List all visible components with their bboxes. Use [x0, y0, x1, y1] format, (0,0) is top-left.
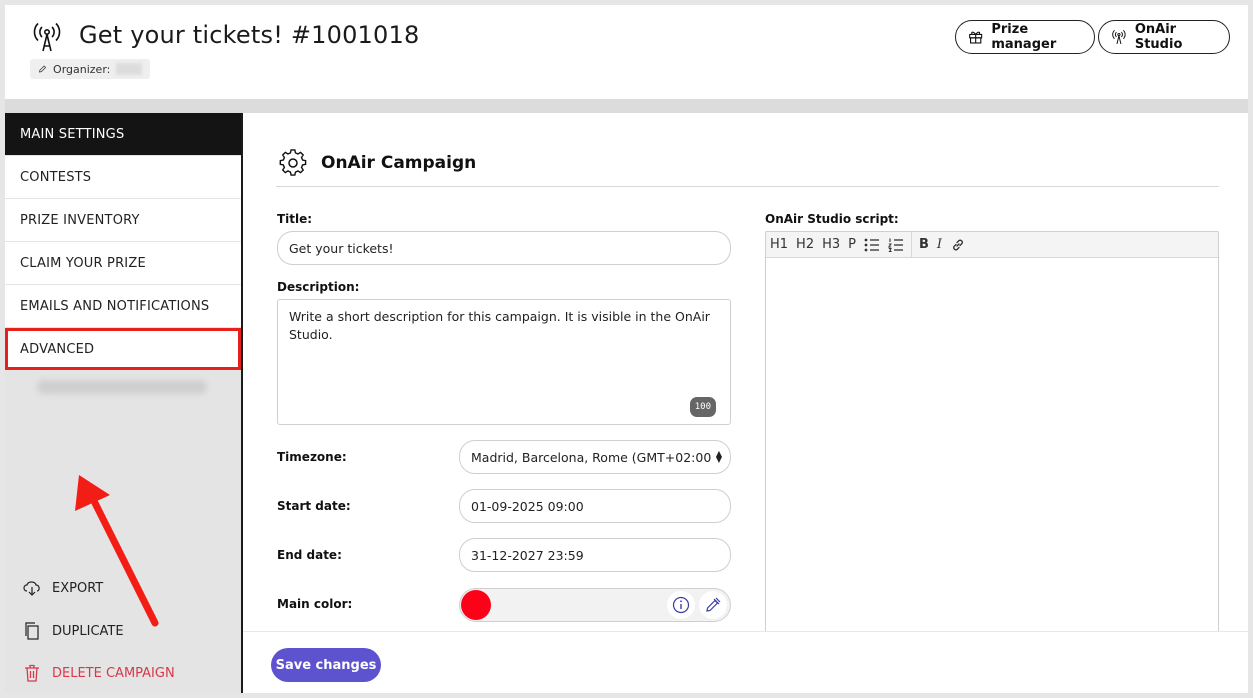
editor-toolbar: H1 H2 H3 P B I [766, 231, 1218, 258]
numbered-list-icon [887, 238, 903, 252]
heading1-button[interactable]: H1 [766, 232, 792, 258]
sidebar-item-label: ADVANCED [20, 341, 95, 357]
sidebar-item-label: EMAILS AND NOTIFICATIONS [20, 298, 210, 314]
onair-studio-label: OnAir Studio [1134, 22, 1183, 52]
export-label: EXPORT [52, 580, 104, 596]
italic-button[interactable]: I [933, 232, 946, 258]
sidebar-item-label: MAIN SETTINGS [20, 126, 125, 142]
sidebar-item-label: CONTESTS [20, 169, 92, 185]
end-date-label: End date: [277, 548, 342, 562]
heading2-button[interactable]: H2 [792, 232, 818, 258]
main-panel: OnAir Campaign Title: Get your tickets! … [241, 113, 1248, 693]
description-text: Write a short description for this campa… [289, 309, 710, 342]
end-date-input[interactable]: 31-12-2027 23:59 [459, 538, 731, 572]
export-button[interactable]: EXPORT [22, 579, 103, 597]
section-divider [276, 186, 1219, 187]
color-swatch[interactable] [461, 590, 491, 620]
cloud-download-icon [23, 581, 40, 596]
start-date-label: Start date: [277, 499, 351, 513]
delete-campaign-label: DELETE CAMPAIGN [52, 665, 175, 681]
main-color-field[interactable] [459, 588, 731, 622]
bullet-list-icon [864, 238, 879, 251]
title-label: Title: [277, 212, 313, 226]
app-window: Get your tickets! #1001018 Organizer: Pr… [5, 5, 1248, 693]
redacted-sidebar-item [37, 380, 207, 394]
pencil-icon [39, 65, 47, 73]
copy-icon [25, 622, 39, 640]
title-input[interactable]: Get your tickets! [277, 231, 731, 265]
timezone-select[interactable]: Madrid, Barcelona, Rome (GMT+02:00 ▲ ▼ [459, 440, 731, 474]
organizer-badge[interactable]: Organizer: [30, 59, 150, 79]
broadcast-icon [1112, 29, 1126, 45]
info-button[interactable] [667, 591, 695, 619]
trash-icon [25, 664, 39, 682]
broadcast-icon [33, 22, 61, 52]
prize-manager-label: Prize manager [991, 22, 1057, 52]
heading3-button[interactable]: H3 [818, 232, 844, 258]
sidebar-item-claim-your-prize[interactable]: CLAIM YOUR PRIZE [5, 242, 241, 284]
timezone-value: Madrid, Barcelona, Rome (GMT+02:00 [471, 449, 712, 465]
description-label: Description: [277, 280, 360, 294]
link-icon [953, 239, 963, 250]
link-button[interactable] [946, 232, 970, 258]
sidebar-item-contests[interactable]: CONTESTS [5, 156, 241, 198]
onair-studio-button[interactable]: OnAir Studio [1098, 20, 1230, 54]
duplicate-label: DUPLICATE [52, 623, 124, 639]
organizer-name-redacted [116, 63, 142, 75]
eyedropper-icon [706, 597, 721, 612]
save-changes-button[interactable]: Save changes [271, 648, 381, 682]
section-header: OnAir Campaign [279, 149, 476, 177]
main-color-label: Main color: [277, 597, 353, 611]
header-divider [5, 99, 1248, 113]
sidebar-item-emails-and-notifications[interactable]: EMAILS AND NOTIFICATIONS [5, 285, 241, 327]
script-editor[interactable]: H1 H2 H3 P B I [765, 231, 1219, 693]
start-date-input[interactable]: 01-09-2025 09:00 [459, 489, 731, 523]
sidebar-item-label: PRIZE INVENTORY [20, 212, 140, 228]
page-header: Get your tickets! #1001018 Organizer: Pr… [5, 5, 1248, 99]
sidebar-item-advanced[interactable]: ADVANCED [5, 328, 241, 370]
numbered-list-button[interactable] [884, 232, 908, 258]
bold-button[interactable]: B [915, 232, 933, 258]
sidebar: MAIN SETTINGS CONTESTS PRIZE INVENTORY C… [5, 113, 241, 693]
gift-icon [969, 31, 983, 44]
character-counter: 100 [689, 397, 716, 417]
bullet-list-button[interactable] [860, 232, 884, 258]
select-arrows-icon: ▲ ▼ [715, 449, 722, 464]
gear-icon [279, 149, 307, 176]
form-footer: Save changes [243, 631, 1248, 693]
description-textarea[interactable]: Write a short description for this campa… [277, 299, 731, 425]
delete-campaign-button[interactable]: DELETE CAMPAIGN [22, 663, 175, 683]
info-icon [672, 596, 690, 614]
sidebar-item-prize-inventory[interactable]: PRIZE INVENTORY [5, 199, 241, 241]
section-title: OnAir Campaign [321, 153, 477, 173]
organizer-label: Organizer: [53, 62, 111, 76]
sidebar-item-main-settings[interactable]: MAIN SETTINGS [5, 113, 241, 155]
script-label: OnAir Studio script: [765, 212, 899, 226]
duplicate-button[interactable]: DUPLICATE [22, 621, 124, 641]
toolbar-separator [910, 231, 912, 258]
prize-manager-button[interactable]: Prize manager [955, 20, 1095, 54]
color-picker-button[interactable] [699, 591, 727, 619]
sidebar-item-label: CLAIM YOUR PRIZE [20, 255, 146, 271]
page-title: Get your tickets! #1001018 [79, 21, 420, 49]
timezone-label: Timezone: [277, 450, 347, 464]
paragraph-button[interactable]: P [844, 232, 860, 258]
